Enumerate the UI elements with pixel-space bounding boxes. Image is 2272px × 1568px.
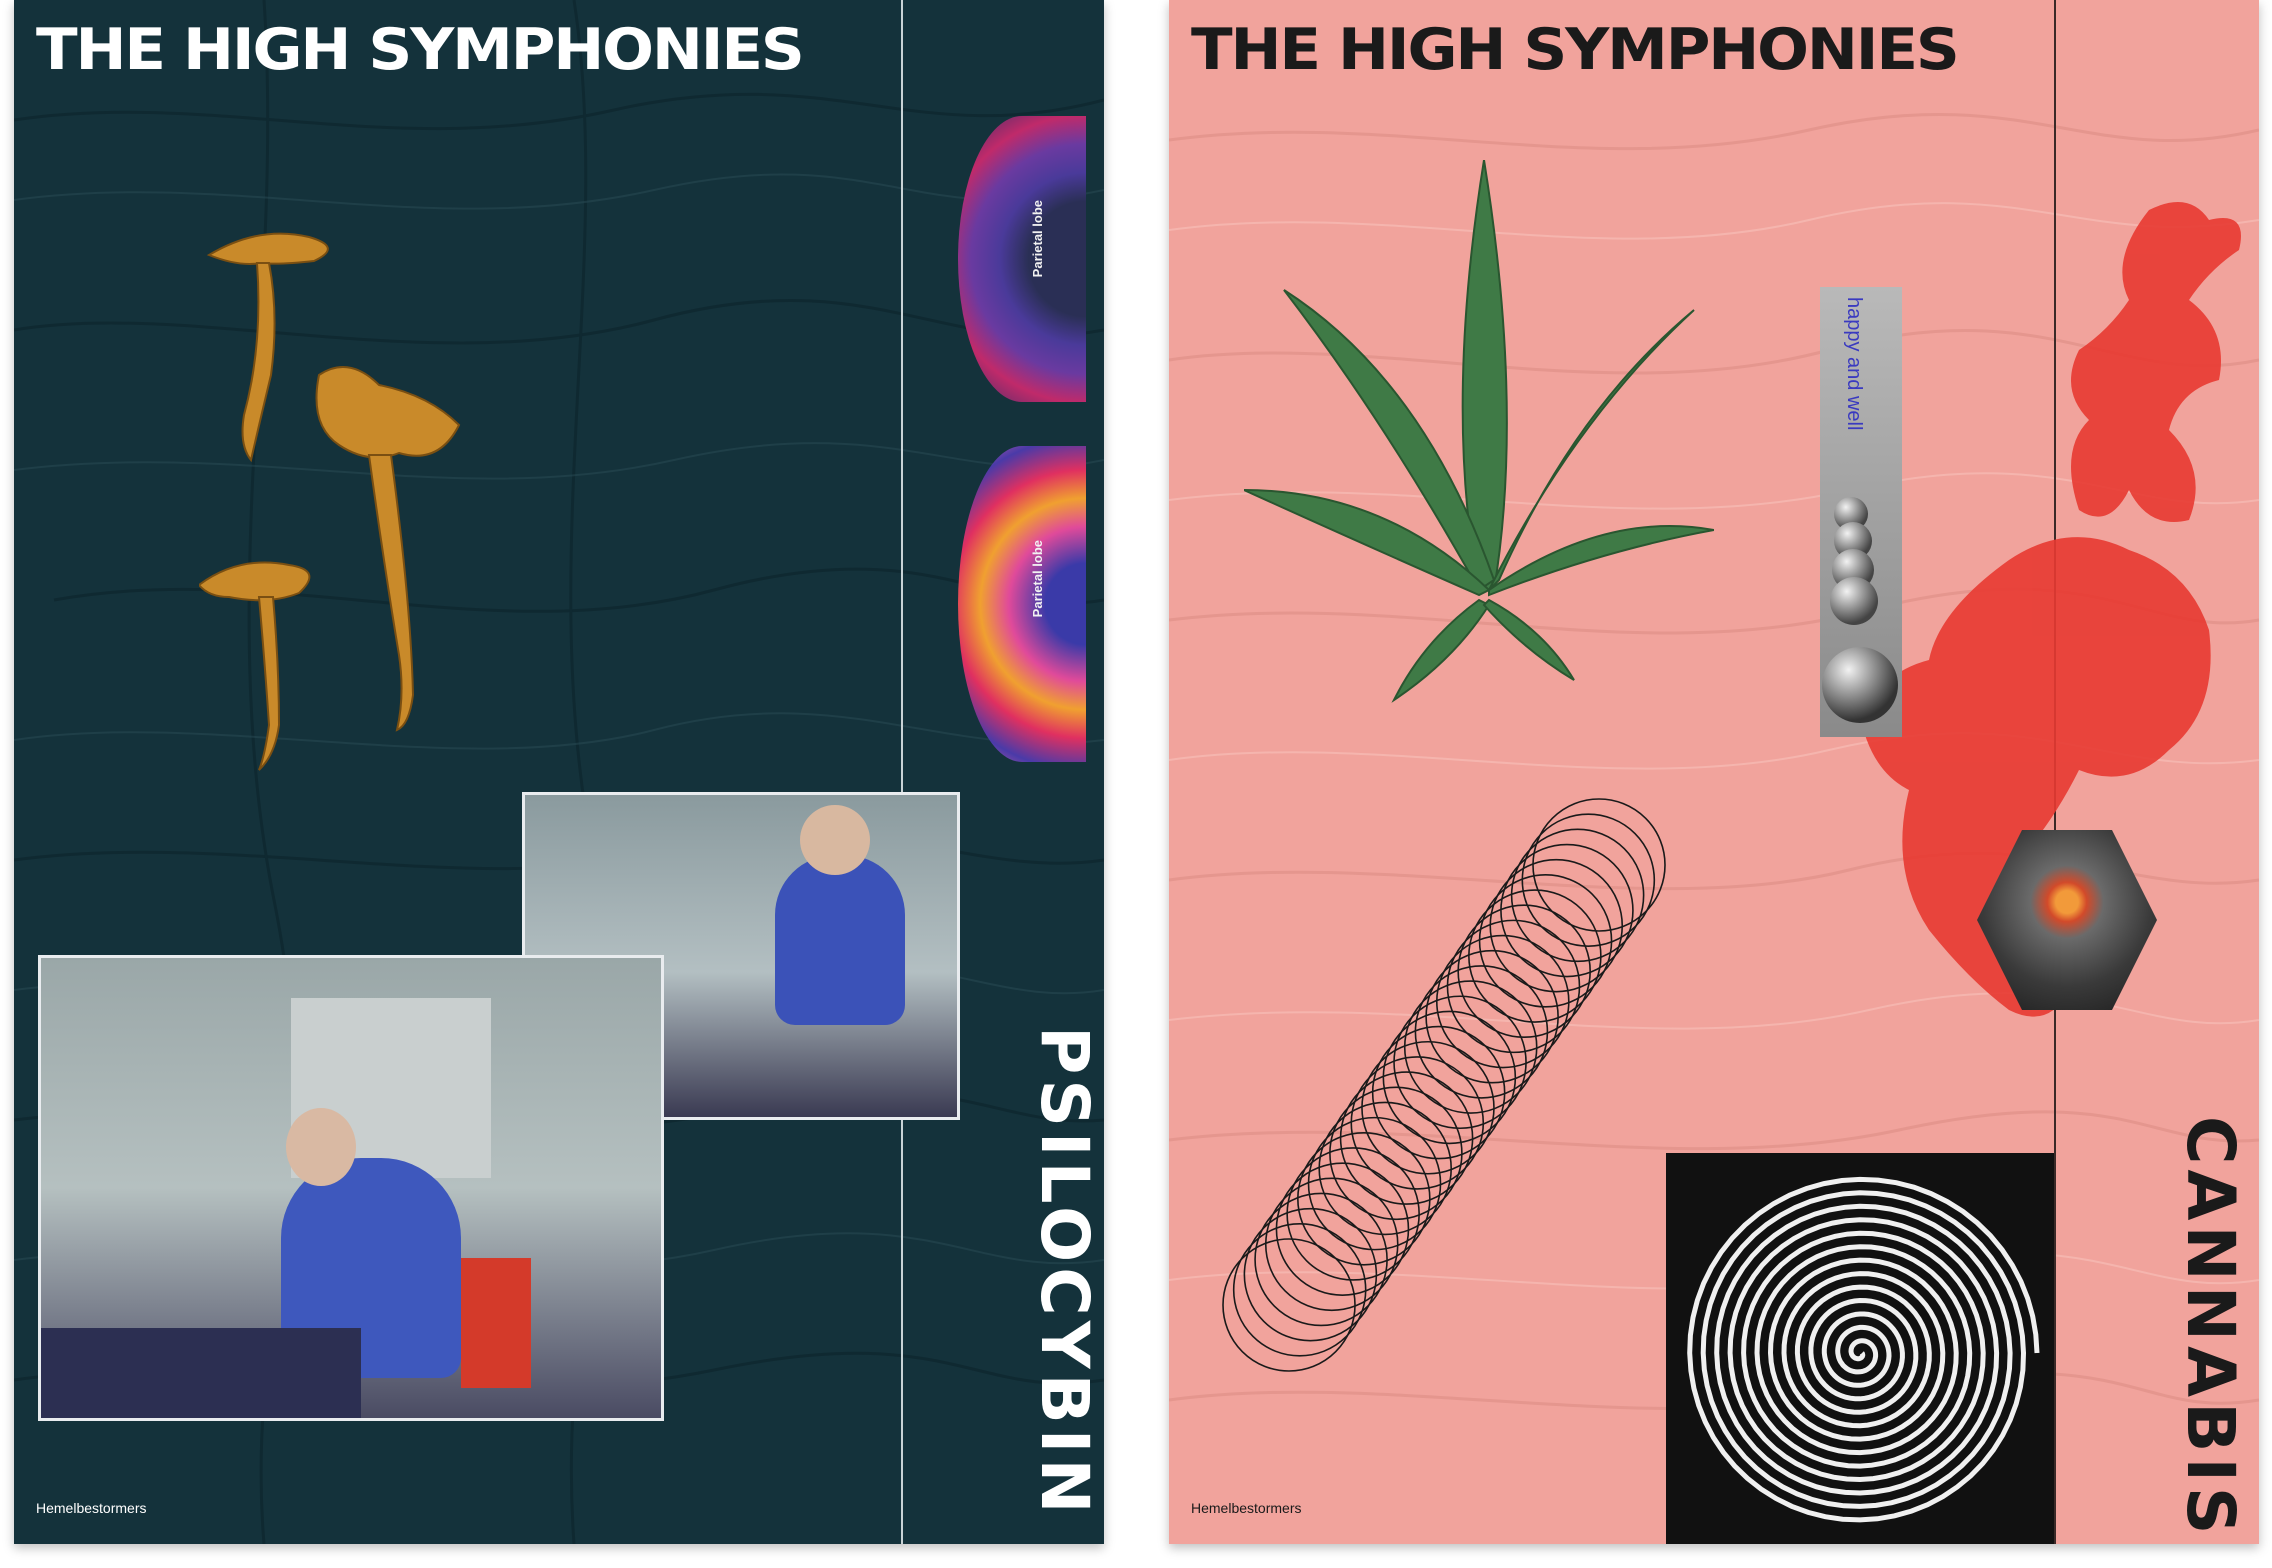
photo-head	[286, 1108, 356, 1186]
ring	[1254, 1192, 1388, 1327]
ring	[1232, 1223, 1367, 1357]
ring	[1243, 1207, 1378, 1342]
ring	[1286, 1147, 1420, 1281]
brain-region-label: Parietal lobe	[1030, 540, 1045, 618]
photo-figure	[775, 855, 905, 1025]
brain-scan-image: Parietal lobe	[958, 446, 1086, 762]
photo-chair	[461, 1258, 531, 1388]
sphere	[1822, 647, 1898, 723]
drug-name-vertical: CANNABIS	[2172, 1116, 2249, 1540]
poster-psilocybin: THE HIGH SYMPHONIES Parietal lobe Pariet…	[14, 0, 1104, 1544]
strip-caption: happy and well	[1843, 297, 1865, 431]
mushroom-illustration	[199, 232, 461, 771]
ring	[1222, 1238, 1356, 1372]
ring	[1264, 1177, 1399, 1312]
spiral-line	[1687, 1176, 2040, 1523]
spiral-graphic	[1687, 1176, 2040, 1523]
ring	[1275, 1162, 1410, 1296]
brain-scan-image: Parietal lobe	[958, 116, 1086, 402]
drug-name-vertical: PSILOCYBIN	[1026, 1026, 1103, 1519]
poster-cannabis: THE HIGH SYMPHONIES happy and well CANNA…	[1169, 0, 2259, 1544]
photo-head	[800, 805, 870, 875]
sphere-strip: happy and well	[1820, 287, 1902, 737]
poster-title: THE HIGH SYMPHONIES	[36, 17, 805, 83]
photo-artist-room	[38, 955, 664, 1421]
ring-tube-graphic	[1222, 798, 1666, 1372]
cannabis-leaf	[1244, 160, 1714, 703]
poster-title: THE HIGH SYMPHONIES	[1191, 17, 1960, 83]
credit-text: Hemelbestormers	[1191, 1500, 1302, 1516]
vertical-divider	[901, 0, 903, 1544]
brain-region-label: Parietal lobe	[1030, 200, 1045, 278]
credit-text: Hemelbestormers	[36, 1500, 147, 1516]
spiral-panel	[1666, 1153, 2054, 1544]
sphere	[1830, 577, 1878, 625]
photo-blanket	[41, 1328, 361, 1418]
